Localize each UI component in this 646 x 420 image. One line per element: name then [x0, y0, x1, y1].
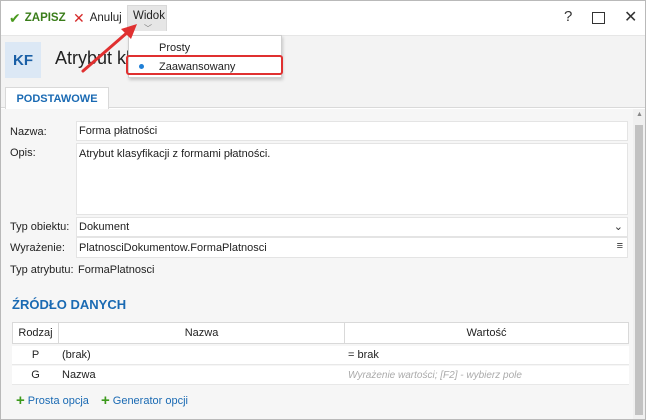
dropdown-arrow-icon[interactable]: ⌄	[614, 220, 623, 233]
tab-bar: PODSTAWOWE	[1, 85, 645, 109]
help-icon[interactable]: ?	[564, 8, 572, 25]
scroll-up-icon[interactable]: ▲	[636, 111, 643, 118]
editor-window: ✔ ZAPISZ ✕ Anuluj Widok ﹀ ? ✕ KF Atrybut…	[0, 0, 646, 420]
object-type-select[interactable]: Dokument ⌄	[76, 217, 628, 237]
option-generator-label: Generator opcji	[112, 394, 188, 407]
table-cell-kind[interactable]: P	[12, 346, 59, 365]
table-cell-value[interactable]: = brak	[344, 346, 629, 365]
expression-field[interactable]: PlatnosciDokumentow.FormaPlatnosci ≡	[76, 237, 628, 258]
save-button[interactable]: ✔ ZAPISZ	[9, 9, 66, 27]
table-cell-kind[interactable]: G	[12, 366, 59, 385]
column-header-name[interactable]: Nazwa	[58, 322, 345, 344]
column-header-value[interactable]: Wartość	[344, 322, 629, 344]
table-cell-name[interactable]: (brak)	[58, 346, 345, 365]
plus-icon: +	[101, 392, 110, 409]
attr-type-field: FormaPlatnosci	[76, 259, 628, 280]
name-label: Nazwa:	[10, 126, 47, 138]
object-type-label: Typ obiektu:	[10, 221, 70, 233]
expression-value: PlatnosciDokumentow.FormaPlatnosci	[79, 241, 267, 254]
table-cell-name[interactable]: Nazwa	[58, 366, 345, 385]
name-value: Forma płatności	[79, 125, 158, 137]
maximize-icon[interactable]	[592, 12, 605, 24]
object-type-value: Dokument	[79, 221, 130, 233]
option-generator-button[interactable]: + Generator opcji	[101, 392, 188, 409]
table-cell-value-input[interactable]: Wyrażenie wartości; [F2] - wybierz pole	[344, 366, 629, 385]
ellipsis-menu-icon[interactable]: ≡	[617, 240, 623, 252]
close-icon[interactable]: ✕	[624, 7, 637, 27]
avatar: KF	[5, 42, 41, 78]
vertical-scrollbar[interactable]: ▲	[633, 109, 645, 419]
menu-item-label: Prosty	[159, 41, 191, 54]
desc-value: Atrybut klasyfikacji z formami płatności…	[79, 148, 271, 160]
name-field[interactable]: Forma płatności	[76, 121, 628, 141]
plus-icon: +	[16, 392, 25, 409]
annotation-arrow-icon	[81, 24, 137, 73]
tab-podstawowe[interactable]: PODSTAWOWE	[5, 87, 109, 109]
attr-type-label: Typ atrybutu:	[10, 264, 74, 276]
check-icon: ✔	[9, 9, 21, 26]
attr-type-value: FormaPlatnosci	[78, 263, 155, 276]
chevron-down-icon: ﹀	[144, 24, 152, 33]
desc-label: Opis:	[10, 147, 36, 159]
column-header-kind[interactable]: Rodzaj	[12, 322, 59, 344]
scrollbar-thumb[interactable]	[635, 125, 643, 415]
datasource-heading: ŹRÓDŁO DANYCH	[12, 297, 127, 312]
save-label: ZAPISZ	[24, 12, 66, 24]
simple-option-label: Prosta opcja	[27, 394, 89, 407]
description-field[interactable]: Atrybut klasyfikacji z formami płatności…	[76, 143, 628, 215]
add-simple-option-button[interactable]: + Prosta opcja	[16, 392, 89, 409]
highlight-box	[126, 55, 283, 75]
expression-label: Wyrażenie:	[10, 242, 65, 254]
